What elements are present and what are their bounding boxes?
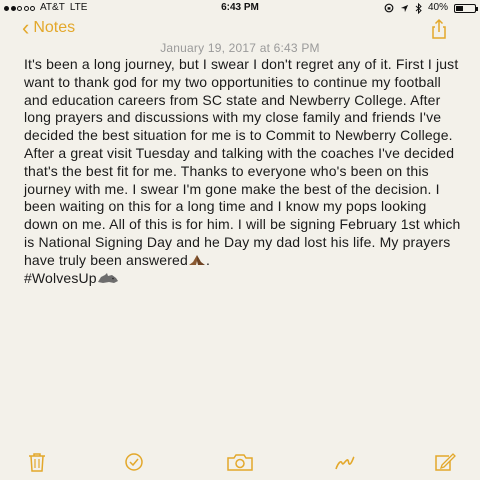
navigation-bar: ‹ Notes [0,16,480,44]
back-button-label: Notes [33,19,76,36]
trash-icon[interactable] [25,452,49,472]
location-arrow-icon [400,4,409,12]
note-body-text: It's been a long journey, but I swear I … [24,56,461,268]
note-date: January 19, 2017 at 6:43 PM [160,41,320,55]
camera-icon[interactable] [226,452,254,472]
lock-rotation-icon [384,3,394,13]
note-body-period: . [205,251,210,268]
back-button[interactable]: ‹ Notes [22,15,76,40]
checklist-icon[interactable] [122,452,146,472]
status-bar: AT&T LTE 6:43 PM 40% [0,0,480,16]
note-body[interactable]: It's been a long journey, but I swear I … [24,56,464,287]
battery-icon [454,3,478,13]
status-right: 40% [384,0,478,16]
bluetooth-icon [415,2,422,14]
sketch-icon[interactable] [333,452,357,472]
wolf-emoji [97,272,118,283]
compose-icon[interactable] [433,452,457,472]
battery-level [456,5,464,11]
praying-hands-emoji [188,254,205,265]
chevron-left-icon: ‹ [22,15,30,40]
battery-percent: 40% [427,2,448,13]
note-hashtag: #WolvesUp [24,269,97,286]
share-icon[interactable] [428,18,450,40]
bottom-toolbar [0,440,480,480]
